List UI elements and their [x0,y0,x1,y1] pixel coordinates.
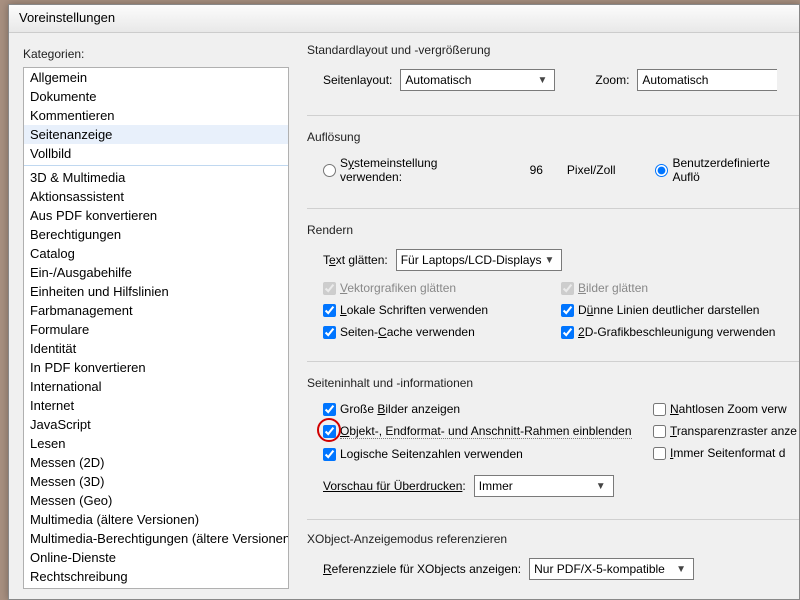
category-item[interactable]: Sicherheit [24,586,288,589]
transparency-grid-label: Transparenzraster anze [670,424,797,438]
section-resolution-title: Auflösung [307,130,799,144]
category-item[interactable]: Einheiten und Hilfslinien [24,282,288,301]
category-item[interactable]: Ein-/Ausgabehilfe [24,263,288,282]
local-fonts-label: Lokale Schriften verwenden [340,303,488,317]
category-item[interactable]: Formulare [24,320,288,339]
vector-smooth-label: Vektorgrafiken glätten [340,281,456,295]
thin-lines-checkbox[interactable] [561,304,574,317]
section-render-title: Rendern [307,223,799,237]
section-content-title: Seiteninhalt und -informationen [307,376,799,390]
category-item[interactable]: Multimedia (ältere Versionen) [24,510,288,529]
boxes-checkbox[interactable] [323,425,336,438]
smooth-text-combo[interactable]: Für Laptops/LCD-Displays▼ [396,249,563,271]
transparency-grid-checkbox[interactable] [653,425,666,438]
page-layout-label: Seitenlayout: [323,73,392,87]
category-item[interactable]: Messen (Geo) [24,491,288,510]
xobject-ref-combo[interactable]: Nur PDF/X-5-kompatible▼ [529,558,694,580]
category-item[interactable]: Messen (2D) [24,453,288,472]
category-item[interactable]: Kommentieren [24,106,288,125]
page-layout-combo[interactable]: Automatisch▼ [400,69,555,91]
category-item[interactable]: 3D & Multimedia [24,168,288,187]
resolution-system-radio[interactable] [323,164,336,177]
category-item[interactable]: Seitenanzeige [24,125,288,144]
large-images-label: Große Bilder anzeigen [340,402,460,416]
chevron-down-icon: ▼ [534,75,550,86]
page-format-label: Immer Seitenformat d [670,446,785,460]
category-item[interactable]: Multimedia-Berechtigungen (ältere Versio… [24,529,288,548]
category-item[interactable]: Dokumente [24,87,288,106]
categories-listbox[interactable]: AllgemeinDokumenteKommentierenSeitenanze… [23,67,289,589]
xobject-ref-label: Referenzziele für XObjects anzeigen: [323,562,521,576]
local-fonts-checkbox[interactable] [323,304,336,317]
category-item[interactable]: Online-Dienste [24,548,288,567]
gpu-checkbox[interactable] [561,326,574,339]
image-smooth-label: Bilder glätten [578,281,648,295]
chevron-down-icon: ▼ [541,255,557,266]
overprint-label: Vorschau für Überdrucken: [323,479,466,493]
category-item[interactable]: Aktionsassistent [24,187,288,206]
category-item[interactable]: Messen (3D) [24,472,288,491]
categories-label: Kategorien: [23,47,289,61]
resolution-custom-label: Benutzerdefinierte Auflö [672,156,799,184]
chevron-down-icon: ▼ [673,564,689,575]
category-item[interactable]: Catalog [24,244,288,263]
category-item[interactable]: JavaScript [24,415,288,434]
resolution-system-label: Systemeinstellung verwenden: [340,156,502,184]
category-item[interactable]: Allgemein [24,68,288,87]
category-item[interactable]: Internet [24,396,288,415]
section-xobject-title: XObject-Anzeigemodus referenzieren [307,532,799,546]
page-cache-label: Seiten-Cache verwenden [340,325,475,339]
category-item[interactable]: Aus PDF konvertieren [24,206,288,225]
section-layout-title: Standardlayout und -vergrößerung [307,43,799,57]
page-format-checkbox[interactable] [653,447,666,460]
seamless-zoom-label: Nahtlosen Zoom verw [670,402,787,416]
seamless-zoom-checkbox[interactable] [653,403,666,416]
image-smooth-checkbox [561,282,574,295]
window-title: Voreinstellungen [9,5,799,33]
category-item[interactable]: Identität [24,339,288,358]
vector-smooth-checkbox [323,282,336,295]
boxes-label: Objekt-, Endformat- und Anschnitt-Rahmen… [340,424,632,439]
category-item[interactable]: Berechtigungen [24,225,288,244]
zoom-label: Zoom: [595,73,629,87]
category-item[interactable]: Farbmanagement [24,301,288,320]
category-item[interactable]: In PDF konvertieren [24,358,288,377]
zoom-combo[interactable]: Automatisch [637,69,777,91]
gpu-label: 2D-Grafikbeschleunigung verwenden [578,325,775,339]
thin-lines-label: Dünne Linien deutlicher darstellen [578,303,759,317]
large-images-checkbox[interactable] [323,403,336,416]
chevron-down-icon: ▼ [593,481,609,492]
overprint-combo[interactable]: Immer▼ [474,475,614,497]
category-item[interactable]: Rechtschreibung [24,567,288,586]
resolution-system-value: 96 [530,163,543,177]
logical-pages-label: Logische Seitenzahlen verwenden [340,447,523,461]
category-item[interactable]: Vollbild [24,144,288,163]
page-cache-checkbox[interactable] [323,326,336,339]
smooth-text-label: Text glätten: [323,253,388,267]
settings-panel: Standardlayout und -vergrößerung Seitenl… [299,33,799,599]
logical-pages-checkbox[interactable] [323,448,336,461]
category-item[interactable]: International [24,377,288,396]
resolution-unit: Pixel/Zoll [567,163,616,177]
resolution-custom-radio[interactable] [655,164,668,177]
category-item[interactable]: Lesen [24,434,288,453]
